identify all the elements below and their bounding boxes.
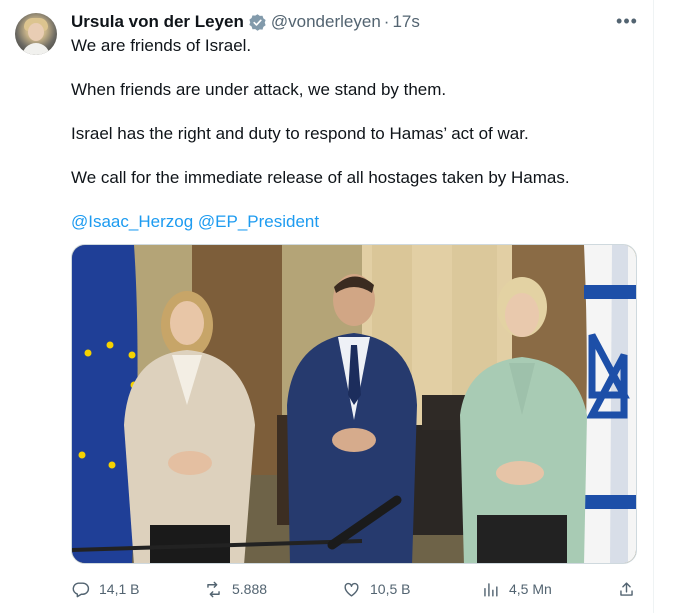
more-icon: ••• (616, 10, 638, 31)
views-count: 4,5 Mn (509, 581, 552, 597)
repost-button[interactable]: 5.888 (204, 578, 267, 600)
tweet-mentions: @Isaac_Herzog @EP_President (71, 211, 319, 233)
tweet-text-line-3: Israel has the right and duty to respond… (71, 124, 529, 143)
mention-ep-president[interactable]: @EP_President (198, 212, 319, 231)
tweet-text-line-4: We call for the immediate release of all… (71, 168, 570, 187)
like-count: 10,5 B (370, 581, 411, 597)
mention-isaac-herzog[interactable]: @Isaac_Herzog (71, 212, 193, 231)
repost-icon (207, 581, 220, 597)
header-separator: · (383, 12, 390, 31)
tweet-actions: 14,1 B 5.888 10,5 B 4,5 Mn (71, 578, 641, 600)
author-handle[interactable]: @vonderleyen (271, 12, 381, 32)
tweet-text-line-1: We are friends of Israel. (71, 36, 252, 55)
views-button[interactable]: 4,5 Mn (481, 578, 552, 600)
verified-badge-icon (249, 13, 266, 31)
share-button[interactable] (617, 578, 645, 600)
photo-scene (72, 245, 636, 563)
tweet-header: Ursula von der Leyen @vonderleyen · 17s (71, 11, 420, 33)
tweet-photo[interactable] (71, 244, 637, 564)
repost-count: 5.888 (232, 581, 268, 597)
tweet-text-line-2: When friends are under attack, we stand … (71, 80, 447, 99)
tweet-card[interactable]: Ursula von der Leyen @vonderleyen · 17s … (0, 0, 654, 613)
author-name[interactable]: Ursula von der Leyen (71, 12, 244, 32)
like-button[interactable]: 10,5 B (342, 578, 410, 600)
tweet-timestamp[interactable]: 17s (392, 12, 419, 32)
more-options-button[interactable]: ••• (614, 8, 640, 34)
share-icon (620, 581, 633, 596)
reply-count: 14,1 B (99, 581, 140, 597)
reply-button[interactable]: 14,1 B (71, 578, 139, 600)
views-chart-icon (484, 582, 498, 597)
author-avatar[interactable] (15, 13, 57, 55)
reply-icon (72, 581, 90, 597)
heart-icon (344, 582, 359, 597)
